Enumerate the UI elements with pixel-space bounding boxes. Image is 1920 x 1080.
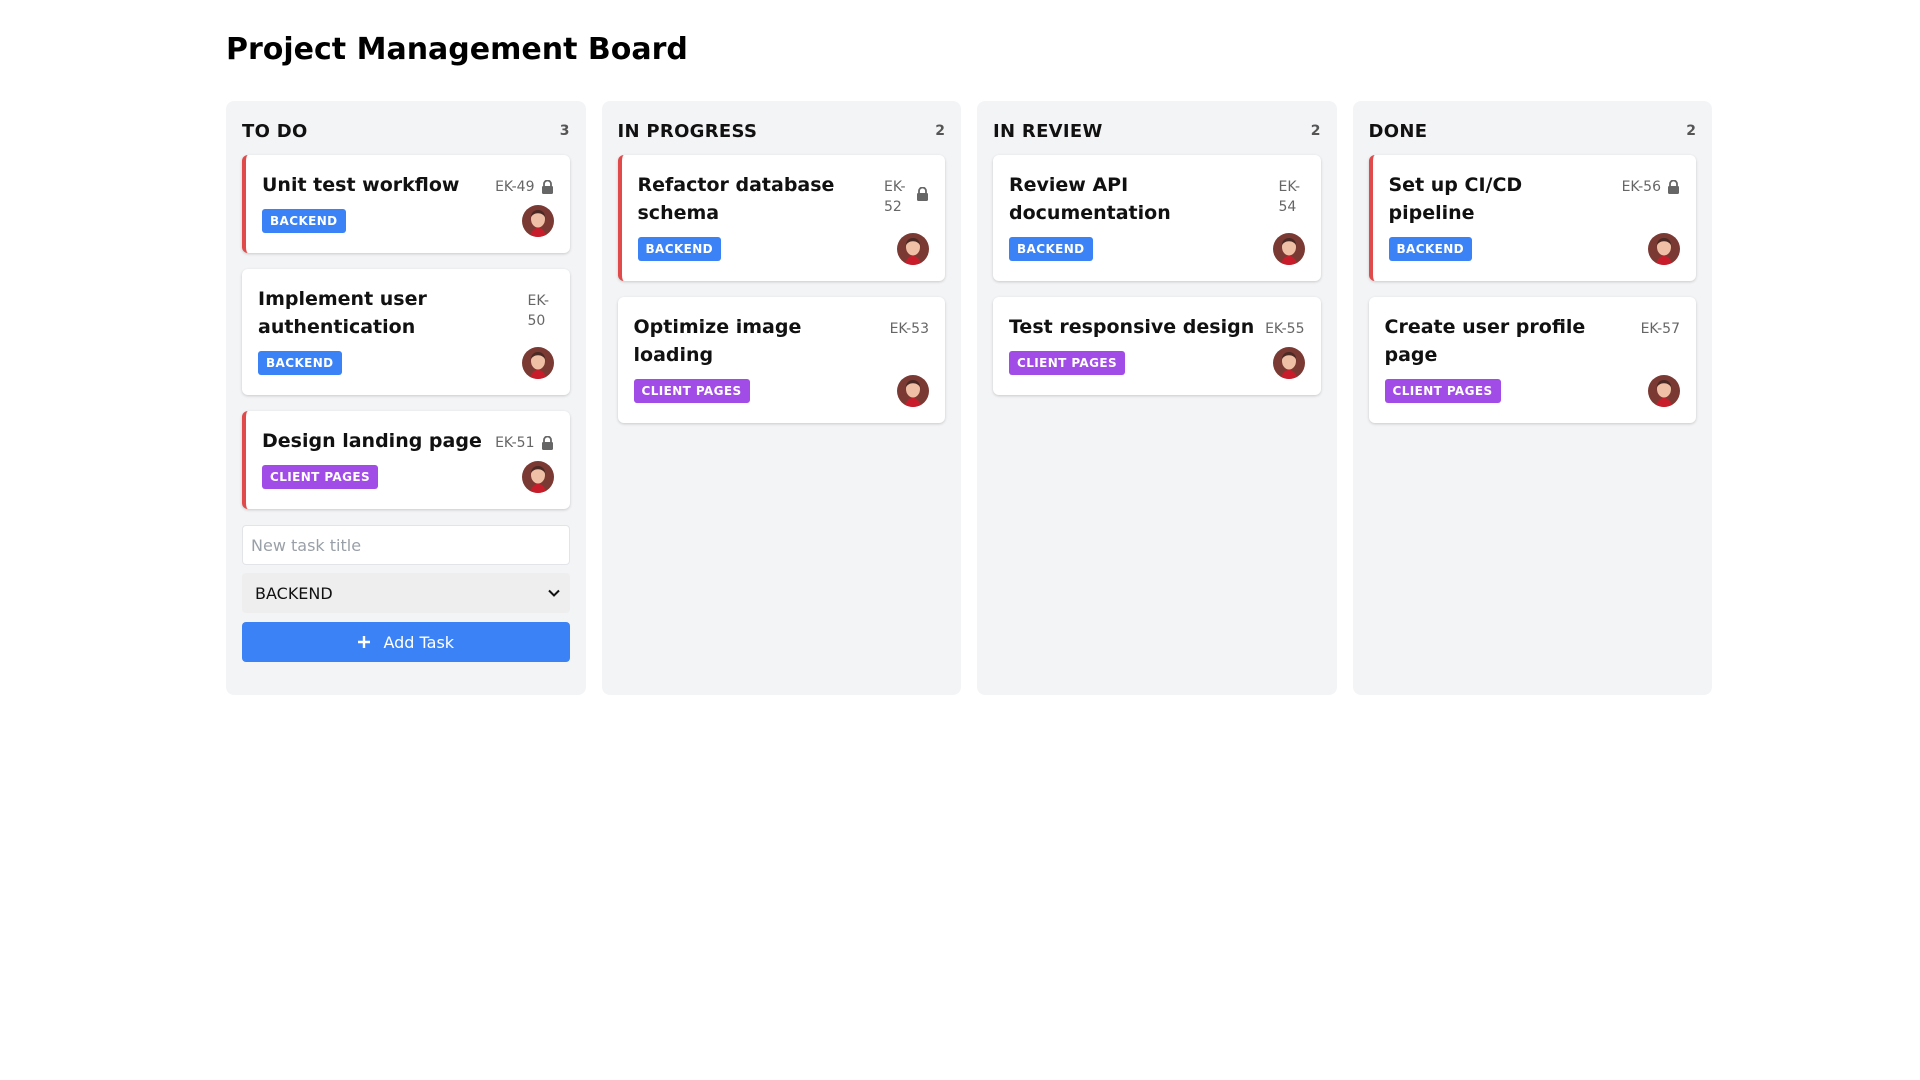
task-title: Unit test workflow	[262, 174, 460, 196]
lock-icon	[1668, 180, 1679, 194]
user-avatar	[897, 233, 929, 265]
category-tag: BACKEND	[1388, 237, 1473, 261]
task-title: Optimize image loading	[633, 316, 802, 366]
lock-icon	[541, 436, 553, 450]
add-task-button[interactable]: Add Task	[242, 622, 570, 662]
task-title: Test responsive design	[1009, 316, 1255, 338]
task-card[interactable]: Design landing page EK-51 CLIENT PAGES	[242, 411, 570, 509]
task-title: Implement user authentication	[258, 288, 427, 338]
task-id: EK-54	[1278, 179, 1301, 215]
task-id: EK-52	[884, 179, 906, 215]
user-avatar	[1648, 233, 1680, 265]
category-tag: CLIENT PAGES	[1384, 379, 1501, 403]
category-tag: CLIENT PAGES	[262, 465, 378, 489]
page-title: Project Management Board	[226, 32, 688, 67]
column-header: IN PROGRESS 2	[618, 117, 946, 145]
user-avatar	[521, 205, 554, 237]
category-tag: BACKEND	[258, 351, 342, 375]
column-header: TO DO 3	[242, 117, 570, 145]
task-card[interactable]: Refactor database schema EK-52 BACKEND	[617, 155, 945, 281]
user-avatar	[521, 347, 554, 379]
task-id: EK-55	[1265, 321, 1305, 337]
task-title: Review API documentation	[1009, 174, 1171, 224]
column-count: 2	[1686, 123, 1696, 139]
column-title: DONE	[1368, 120, 1428, 142]
add-task-label: Add Task	[383, 632, 455, 652]
task-card[interactable]: Unit test workflow EK-49 BACKEND	[242, 155, 570, 253]
column-title: TO DO	[242, 120, 308, 142]
task-id: EK-50	[527, 293, 550, 329]
column-title: IN REVIEW	[993, 120, 1103, 142]
new-task-title-input[interactable]	[242, 525, 570, 565]
task-card[interactable]: Implement user authentication EK-50 BACK…	[242, 269, 570, 395]
category-tag: BACKEND	[262, 209, 346, 233]
lock-icon	[917, 187, 928, 201]
user-avatar	[897, 375, 929, 407]
column-header: DONE 2	[1369, 117, 1697, 145]
user-avatar	[1272, 347, 1305, 379]
category-select[interactable]: BACKEND	[242, 573, 570, 613]
column-title: IN PROGRESS	[617, 120, 758, 142]
task-id: EK-49	[495, 179, 535, 195]
task-title: Set up CI/CD pipeline	[1388, 174, 1523, 224]
column-todo: TO DO 3 Unit test workflow EK-49 BACKEND	[226, 101, 586, 695]
user-avatar	[521, 461, 554, 493]
task-title: Create user profile page	[1384, 316, 1586, 366]
task-title: Design landing page	[262, 430, 482, 452]
category-select-value: BACKEND	[255, 583, 333, 603]
column-count: 2	[1310, 123, 1321, 139]
task-card[interactable]: Create user profile page EK-57 CLIENT PA…	[1368, 297, 1696, 423]
task-card[interactable]: Review API documentation EK-54 BACKEND	[993, 155, 1321, 281]
lock-icon	[541, 180, 553, 194]
task-id: EK-51	[495, 435, 535, 451]
task-id: EK-56	[1621, 179, 1661, 195]
board: TO DO 3 Unit test workflow EK-49 BACKEND	[226, 101, 1712, 695]
task-id: EK-57	[1640, 321, 1680, 337]
category-tag: CLIENT PAGES	[633, 379, 750, 403]
column-count: 2	[935, 123, 945, 139]
category-tag: BACKEND	[1009, 237, 1093, 261]
column-in-progress: IN PROGRESS 2 Refactor database schema E…	[601, 101, 961, 695]
column-count: 3	[559, 123, 570, 139]
task-card[interactable]: Set up CI/CD pipeline EK-56 BACKEND	[1368, 155, 1696, 281]
task-id: EK-53	[889, 321, 929, 337]
column-in-review: IN REVIEW 2 Review API documentation EK-…	[977, 101, 1337, 695]
column-header: IN REVIEW 2	[993, 117, 1321, 145]
category-tag: BACKEND	[637, 237, 722, 261]
user-avatar	[1648, 375, 1680, 407]
user-avatar	[1272, 233, 1305, 265]
page: Project Management Board TO DO 3 Unit te…	[226, 0, 1712, 695]
category-tag: CLIENT PAGES	[1009, 351, 1125, 375]
task-title: Refactor database schema	[637, 174, 835, 224]
chevron-down-icon	[547, 589, 560, 597]
task-card[interactable]: Optimize image loading EK-53 CLIENT PAGE…	[617, 297, 945, 423]
column-done: DONE 2 Set up CI/CD pipeline EK-56 BACKE…	[1352, 101, 1712, 695]
task-card[interactable]: Test responsive design EK-55 CLIENT PAGE…	[993, 297, 1321, 395]
plus-icon	[358, 636, 371, 648]
